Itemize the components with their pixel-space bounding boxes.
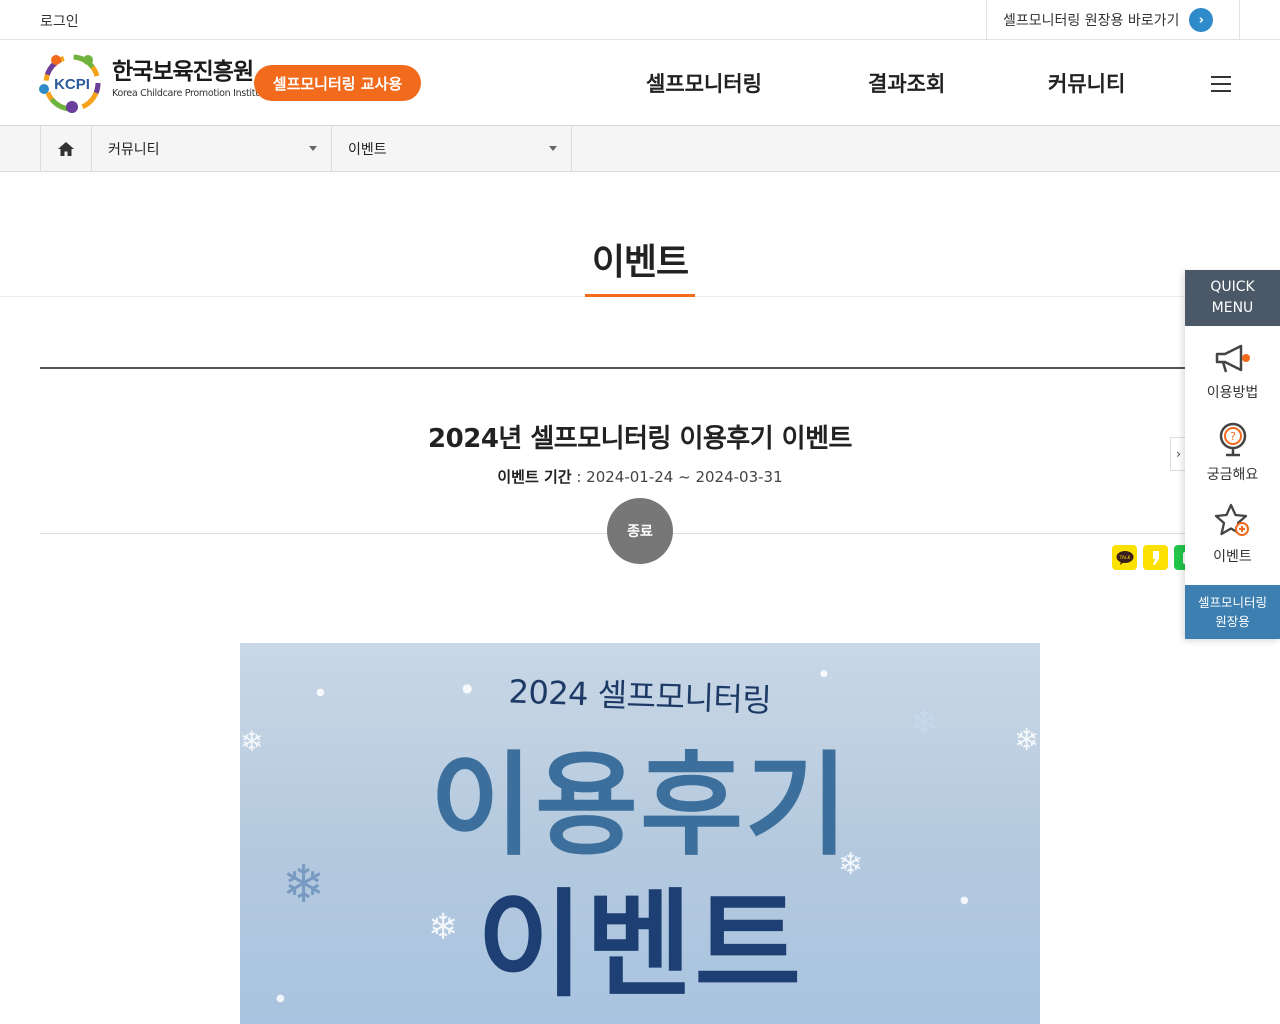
svg-text:?: ? — [1230, 430, 1236, 443]
event-banner-image: ● ● ● ❄ ❄ ❄ ❄ ❄ ❄ ● ● 2024 셀프모니터링 이용후기 이… — [240, 643, 1040, 1024]
quick-item-label: 이용방법 — [1206, 385, 1259, 401]
login-link[interactable]: 로그인 — [40, 11, 79, 31]
breadcrumb: 커뮤니티 이벤트 — [0, 126, 1280, 172]
site-header: KCPI 한국보육진흥원 Korea Childcare Promotion I… — [0, 40, 1280, 126]
kakaotalk-icon[interactable]: TALK — [1112, 545, 1137, 570]
breadcrumb-depth1-select[interactable]: 커뮤니티 — [92, 126, 332, 172]
page-title: 이벤트 — [591, 242, 689, 283]
quick-item-event[interactable]: 이벤트 — [1185, 502, 1280, 566]
question-globe-icon: ? — [1219, 422, 1246, 457]
logo-text[interactable]: 한국보육진흥원 Korea Childcare Promotion Instit… — [112, 58, 270, 99]
quick-menu-title: QUICK MENU — [1185, 270, 1280, 326]
event-period-label: 이벤트 기간 — [497, 468, 572, 486]
post-top-border — [40, 367, 1185, 369]
logo-english: Korea Childcare Promotion Institute — [112, 88, 270, 99]
event-start-date: 2024-01-24 — [586, 468, 674, 486]
breadcrumb-depth1-label: 커뮤니티 — [108, 142, 160, 158]
quick-owner-line2: 원장용 — [1215, 614, 1250, 629]
teacher-mode-badge[interactable]: 셀프모니터링 교사용 — [254, 65, 421, 101]
title-underline — [585, 294, 695, 297]
banner-heading-line2: 이벤트 — [476, 878, 804, 1013]
home-icon[interactable] — [40, 126, 92, 172]
period-tilde: ~ — [673, 468, 696, 486]
nav-community[interactable]: 커뮤니티 — [1048, 68, 1125, 98]
megaphone-icon — [1215, 344, 1250, 373]
breadcrumb-depth2-select[interactable]: 이벤트 — [332, 126, 572, 172]
svg-text:TALK: TALK — [1118, 555, 1131, 561]
owner-site-label: 셀프모니터링 원장용 바로가기 — [1003, 13, 1180, 29]
svg-text:KCPI: KCPI — [54, 76, 90, 93]
period-separator: : — [571, 468, 587, 486]
event-end-date: 2024-03-31 — [695, 468, 783, 486]
star-plus-icon — [1214, 503, 1249, 536]
caret-down-icon — [549, 146, 557, 151]
quick-item-label: 궁금해요 — [1206, 467, 1259, 483]
breadcrumb-depth2-label: 이벤트 — [348, 142, 387, 158]
quick-owner-link[interactable]: 셀프모니터링원장용 — [1185, 585, 1280, 639]
nav-self-monitoring[interactable]: 셀프모니터링 — [646, 68, 762, 98]
status-badge: 종료 — [607, 498, 673, 564]
quick-menu-title-line1: QUICK — [1210, 279, 1255, 295]
quick-menu-toggle[interactable]: › — [1170, 437, 1186, 471]
quick-menu: QUICK MENU 이용방법 ? 궁금해요 이벤트 셀프모니터링원장용 — [1185, 270, 1280, 639]
hamburger-menu-icon[interactable] — [1211, 76, 1231, 92]
nav-results[interactable]: 결과조회 — [868, 68, 945, 98]
logo-korean: 한국보육진흥원 — [112, 59, 254, 85]
utility-bar: 로그인 셀프모니터링 원장용 바로가기 › — [0, 0, 1280, 40]
quick-item-label: 이벤트 — [1213, 549, 1252, 565]
quick-owner-line1: 셀프모니터링 — [1197, 595, 1267, 610]
caret-down-icon — [309, 146, 317, 151]
quick-menu-title-line2: MENU — [1211, 300, 1254, 316]
kakaostory-icon[interactable] — [1143, 545, 1168, 570]
quick-item-how-to-use[interactable]: 이용방법 — [1185, 342, 1280, 402]
kcpi-logo-icon[interactable]: KCPI — [38, 51, 106, 115]
post-title: 2024년 셀프모니터링 이용후기 이벤트 — [428, 424, 852, 454]
owner-site-link[interactable]: 셀프모니터링 원장용 바로가기 › — [986, 0, 1240, 40]
chevron-right-icon: › — [1189, 8, 1214, 32]
event-period: 이벤트 기간 : 2024-01-24 ~ 2024-03-31 — [0, 466, 1280, 487]
quick-item-faq[interactable]: ? 궁금해요 — [1185, 420, 1280, 484]
